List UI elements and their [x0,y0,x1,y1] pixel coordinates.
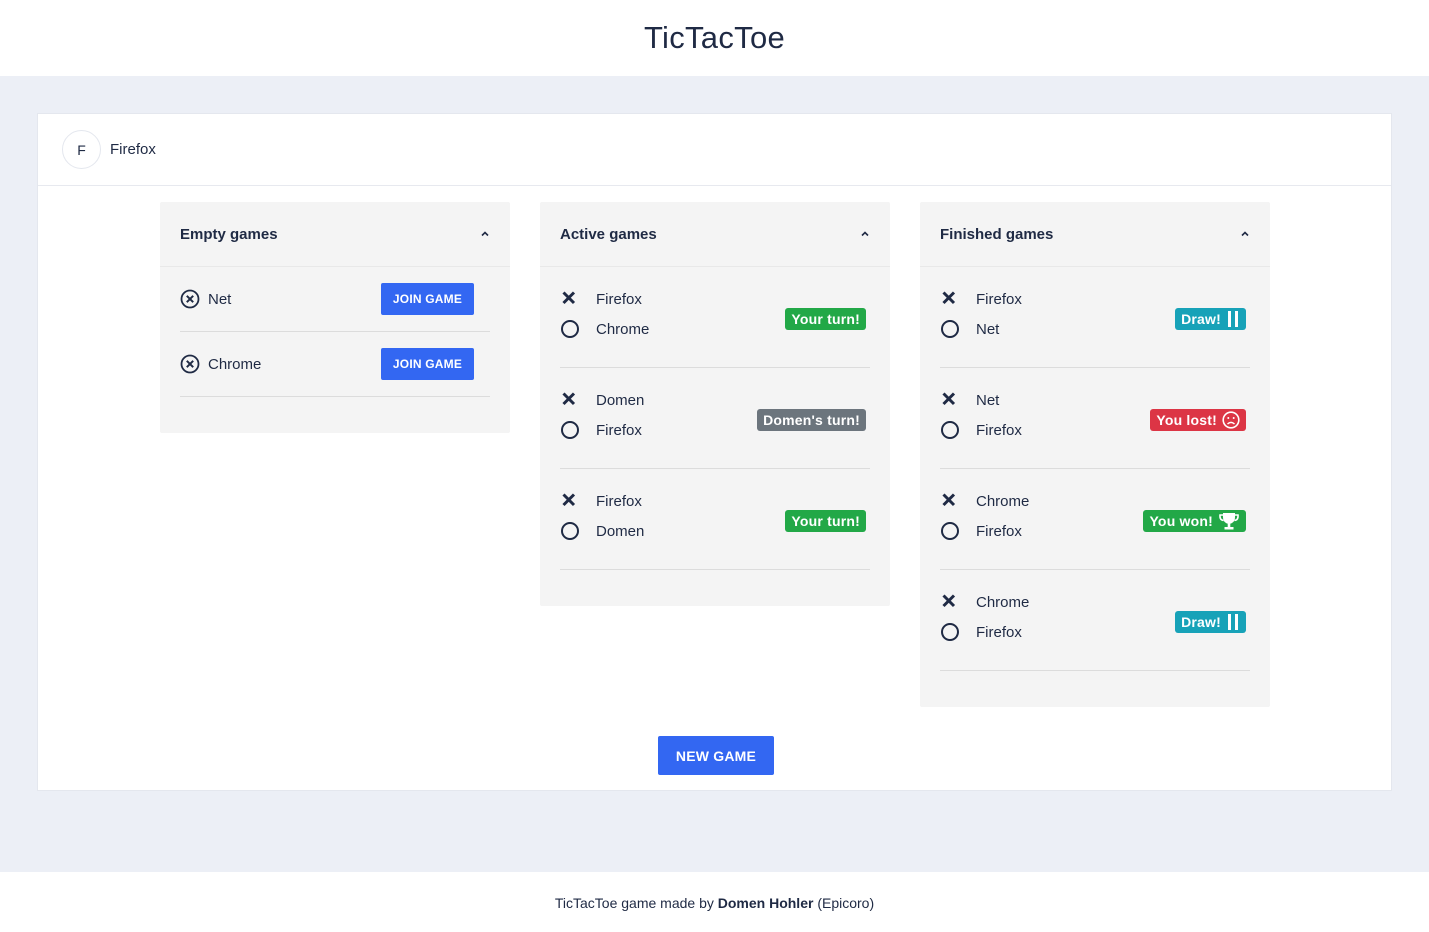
games-card: F Firefox Empty games Net JOIN GAME Chro… [37,113,1392,791]
game-row[interactable]: Firefox Net Draw! [940,267,1250,368]
game-row[interactable]: Firefox Domen Your turn! [560,469,870,570]
sad-face-icon [1222,411,1240,429]
x-circle-icon [180,354,200,374]
status-label: You won! [1149,513,1213,529]
x-circle-icon [180,289,200,309]
panel-title: Finished games [940,225,1054,243]
user-bar: F Firefox [38,114,1391,186]
active-games-panel: Active games Firefox Chrome Your turn! D… [540,202,890,606]
empty-games-header[interactable]: Empty games [160,202,510,267]
x-mark-icon [942,594,956,608]
o-mark-icon [941,623,959,641]
empty-games-panel: Empty games Net JOIN GAME Chrome JOIN GA… [160,202,510,433]
chevron-up-icon[interactable] [860,229,870,239]
player-x-name: Firefox [596,290,642,308]
player-name: Net [208,290,232,308]
player-x-name: Firefox [976,290,1022,308]
pause-icon [1228,311,1238,327]
o-mark-icon [941,421,959,439]
status-label: You lost! [1156,412,1217,428]
game-row[interactable]: Firefox Chrome Your turn! [560,267,870,368]
x-mark-icon [562,291,576,305]
player-x-name: Chrome [976,593,1030,611]
x-mark-icon [942,493,956,507]
game-row[interactable]: Domen Firefox Domen's turn! [560,368,870,469]
player-o-name: Firefox [976,623,1022,641]
chevron-up-icon[interactable] [480,229,490,239]
player-name: Chrome [208,355,262,373]
o-mark-icon [941,320,959,338]
pause-icon [1228,614,1238,630]
app-title: TicTacToe [643,20,786,55]
trophy-icon [1219,512,1239,529]
status-badge: Draw! [1175,308,1246,330]
list-item: Chrome JOIN GAME [180,332,490,397]
status-badge: Draw! [1175,611,1246,633]
status-badge: You won! [1143,510,1246,532]
chevron-up-icon[interactable] [1240,229,1250,239]
player-x-name: Net [976,391,1000,409]
new-game-button[interactable]: NEW GAME [658,736,774,775]
game-row[interactable]: Chrome Firefox You won! [940,469,1250,570]
o-mark-icon [561,320,579,338]
footer-prefix: TicTacToe game made by [554,895,714,911]
o-mark-icon [941,522,959,540]
x-mark-icon [942,392,956,406]
status-badge: Your turn! [785,308,866,330]
footer-alias: (Epicoro) [817,895,875,911]
status-badge: You lost! [1150,409,1246,431]
join-game-button[interactable]: JOIN GAME [381,348,474,380]
list-item: Net JOIN GAME [180,267,490,332]
game-row[interactable]: Net Firefox You lost! [940,368,1250,469]
status-label: Draw! [1181,311,1221,327]
finished-games-panel: Finished games Firefox Net Draw! Net Fir… [920,202,1270,707]
join-game-button[interactable]: JOIN GAME [381,283,474,315]
user-name: Firefox [110,141,156,158]
player-o-name: Firefox [976,522,1022,540]
footer-author[interactable]: Domen Hohler [718,895,814,911]
player-o-name: Domen [596,522,645,540]
game-row[interactable]: Chrome Firefox Draw! [940,570,1250,671]
player-o-name: Chrome [596,320,650,338]
status-label: Draw! [1181,614,1221,630]
player-x-name: Chrome [976,492,1030,510]
o-mark-icon [561,421,579,439]
x-mark-icon [562,392,576,406]
status-badge: Your turn! [785,510,866,532]
x-mark-icon [562,493,576,507]
o-mark-icon [561,522,579,540]
player-o-name: Firefox [976,421,1022,439]
player-x-name: Domen [596,391,645,409]
x-mark-icon [942,291,956,305]
footer: TicTacToe game made by Domen Hohler (Epi… [0,872,1429,932]
player-o-name: Firefox [596,421,642,439]
app-header: TicTacToe [0,0,1429,76]
player-o-name: Net [976,320,1000,338]
panel-title: Active games [560,225,657,243]
finished-games-header[interactable]: Finished games [920,202,1270,267]
panel-title: Empty games [180,225,278,243]
active-games-header[interactable]: Active games [540,202,890,267]
status-badge: Domen's turn! [757,409,866,431]
player-x-name: Firefox [596,492,642,510]
avatar: F [62,130,101,169]
